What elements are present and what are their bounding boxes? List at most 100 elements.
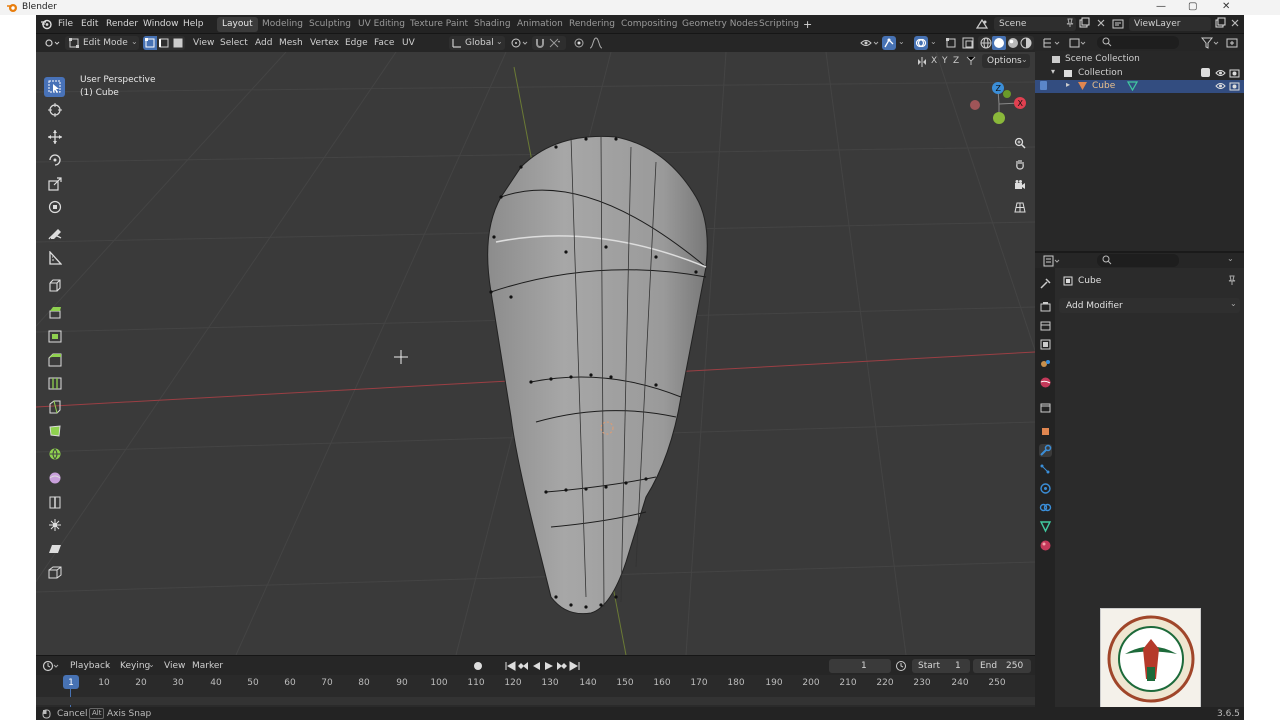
play-reverse-icon[interactable] [530, 660, 542, 675]
shear-tool[interactable] [44, 539, 65, 559]
tab-uv-editing[interactable]: UV Editing [353, 17, 410, 32]
show-gizmo-icon[interactable] [882, 36, 896, 50]
pin-icon[interactable] [1227, 275, 1237, 289]
remove-view-layer-icon[interactable] [1230, 18, 1240, 31]
menu-marker[interactable]: Marker [192, 661, 223, 671]
maximize-button[interactable]: ▢ [1188, 1, 1197, 12]
transform-tool[interactable] [44, 197, 65, 217]
menu-face[interactable]: Face [374, 38, 394, 48]
particles-tab-icon[interactable] [1039, 463, 1052, 476]
measure-tool[interactable] [44, 248, 65, 268]
outliner-editor-icon[interactable] [1043, 37, 1061, 52]
new-collection-icon[interactable] [1226, 36, 1238, 51]
menu-window[interactable]: Window [143, 19, 179, 29]
solid-shading-icon[interactable] [992, 36, 1006, 50]
jump-keyframe-back-icon[interactable] [517, 660, 529, 675]
poly-build-tool[interactable] [44, 421, 65, 441]
snap-target-icon[interactable] [548, 37, 561, 52]
remove-scene-icon[interactable] [1096, 18, 1106, 31]
perspective-toggle-grid-icon[interactable] [1011, 198, 1029, 216]
collection-tab-icon[interactable] [1039, 401, 1052, 414]
tab-modeling[interactable]: Modeling [257, 17, 308, 32]
blender-menu-icon[interactable] [40, 18, 52, 33]
object-tab-icon[interactable] [1039, 425, 1052, 438]
physics-tab-icon[interactable] [1039, 482, 1052, 495]
scene-tab-icon[interactable] [1039, 357, 1052, 370]
view-layer-tab-icon[interactable] [1039, 338, 1052, 351]
mirror-options-icon[interactable] [916, 56, 928, 71]
menu-select[interactable]: Select [220, 38, 248, 48]
jump-end-icon[interactable] [569, 660, 581, 675]
current-frame-field[interactable]: 1 [829, 659, 891, 673]
expand-arrow-icon[interactable]: ▸ [1066, 80, 1070, 89]
play-icon[interactable] [543, 660, 555, 675]
close-window-button[interactable]: ✕ [1222, 1, 1230, 12]
outliner-row-cube[interactable]: ▸ Cube [1035, 80, 1244, 93]
menu-timeline-view[interactable]: View [164, 661, 185, 671]
face-select-icon[interactable] [171, 36, 185, 50]
chevron-down-icon[interactable]: ⌄ [898, 37, 905, 46]
exclude-checkbox[interactable] [1201, 68, 1210, 77]
new-view-layer-icon[interactable] [1214, 17, 1226, 32]
menu-vertex[interactable]: Vertex [310, 38, 339, 48]
timeline-editor-icon[interactable] [42, 660, 60, 675]
mirror-x-toggle[interactable]: X [931, 56, 937, 66]
tab-texture-paint[interactable]: Texture Paint [405, 17, 473, 32]
mesh-object[interactable] [456, 127, 756, 622]
mesh-edit-overlays-icon[interactable] [945, 37, 957, 52]
wireframe-shading-icon[interactable] [980, 37, 992, 52]
menu-mesh[interactable]: Mesh [279, 38, 303, 48]
preview-range-clock-icon[interactable] [895, 660, 907, 675]
menu-help[interactable]: Help [183, 19, 204, 29]
menu-uv[interactable]: UV [402, 38, 415, 48]
magnet-snap-icon[interactable] [534, 37, 546, 52]
menu-keying[interactable]: Keying [120, 661, 150, 671]
rendered-shading-icon[interactable] [1020, 37, 1032, 52]
chevron-down-icon[interactable]: ⌄ [1227, 254, 1234, 263]
tab-scripting[interactable]: Scripting [754, 17, 804, 32]
transform-orientation-selector[interactable]: Global ⌄ [449, 36, 505, 50]
material-shading-icon[interactable] [1007, 37, 1019, 52]
chevron-down-icon[interactable]: ⌄ [930, 37, 937, 46]
tab-sculpting[interactable]: Sculpting [304, 17, 356, 32]
loop-cut-tool[interactable] [44, 373, 65, 393]
add-workspace-button[interactable]: + [803, 18, 812, 31]
render-tab-icon[interactable] [1039, 300, 1052, 313]
camera-render-icon[interactable] [1229, 81, 1240, 94]
scene-selector[interactable]: Scene [994, 17, 1076, 31]
xray-toggle-icon[interactable] [962, 37, 974, 52]
timeline-area[interactable]: 1 10 20 30 40 50 60 70 80 90 100 110 120… [36, 675, 1035, 707]
tab-geometry-nodes[interactable]: Geometry Nodes [677, 17, 763, 32]
proportional-edit-icon[interactable] [573, 37, 585, 52]
pin-scene-icon[interactable] [1065, 18, 1075, 31]
filter-icon[interactable] [1200, 37, 1219, 52]
auto-merge-icon[interactable] [966, 56, 976, 69]
zoom-view-icon[interactable] [1011, 134, 1029, 152]
knife-tool[interactable] [44, 397, 65, 417]
record-keyframe-icon[interactable] [472, 660, 484, 675]
tab-compositing[interactable]: Compositing [616, 17, 682, 32]
view-layer-selector[interactable]: ViewLayer [1129, 17, 1211, 31]
mode-selector[interactable]: Edit Mode ⌄ [65, 36, 139, 50]
menu-render[interactable]: Render [106, 19, 138, 29]
menu-view[interactable]: View [193, 38, 214, 48]
jump-start-icon[interactable] [504, 660, 516, 675]
spin-tool[interactable] [44, 444, 65, 464]
pan-view-hand-icon[interactable] [1011, 155, 1029, 173]
menu-file[interactable]: File [58, 19, 73, 29]
mirror-y-toggle[interactable]: Y [942, 56, 948, 66]
output-tab-icon[interactable] [1039, 319, 1052, 332]
tool-tab-icon[interactable] [1039, 277, 1052, 290]
data-tab-icon[interactable] [1039, 520, 1052, 533]
tab-rendering[interactable]: Rendering [564, 17, 620, 32]
bevel-tool[interactable] [44, 350, 65, 370]
editor-type-icon[interactable] [44, 37, 60, 52]
outliner-row-scene-collection[interactable]: Scene Collection [1035, 53, 1244, 66]
move-tool[interactable] [44, 127, 65, 147]
inset-faces-tool[interactable] [44, 326, 65, 346]
edge-slide-tool[interactable] [44, 492, 65, 512]
rip-region-tool[interactable] [44, 562, 65, 582]
end-frame-field[interactable]: End 250 [973, 659, 1031, 673]
add-cube-tool[interactable] [44, 276, 65, 296]
eye-visibility-icon[interactable] [1215, 81, 1226, 94]
